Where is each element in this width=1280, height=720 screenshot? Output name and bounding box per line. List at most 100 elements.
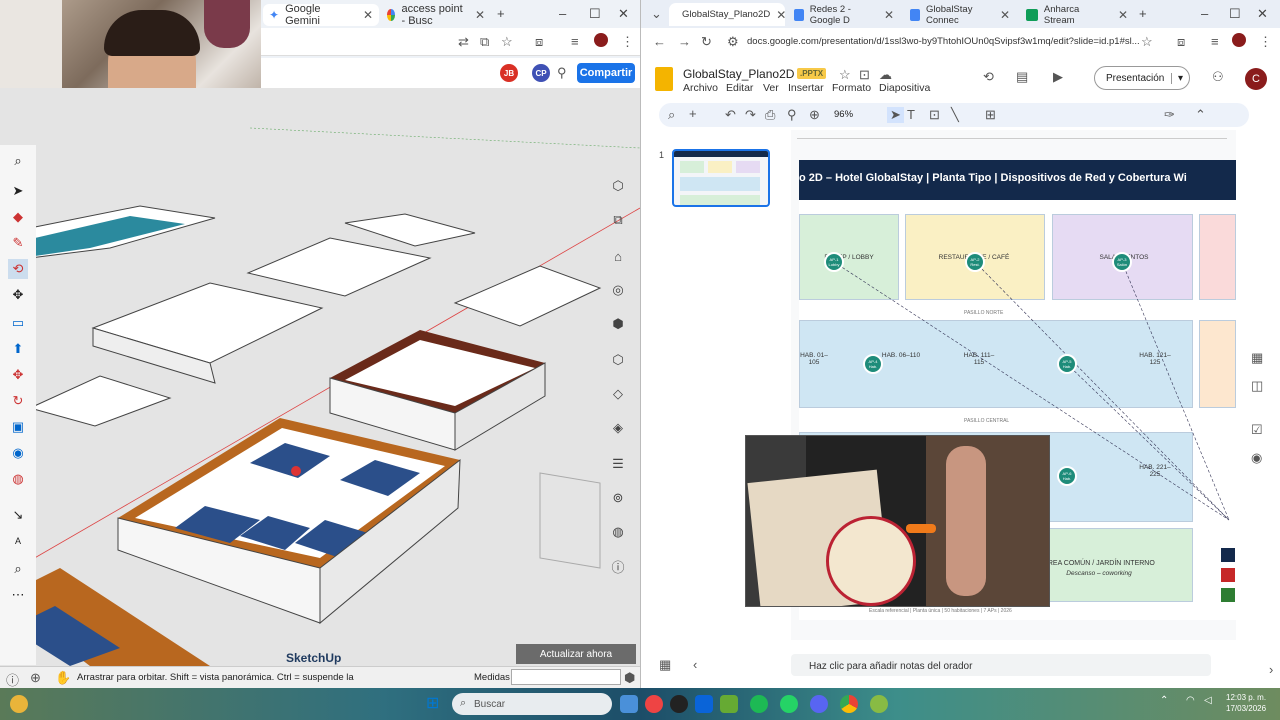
site-info-icon[interactable]: ⚙ bbox=[727, 34, 739, 50]
eraser-tray-icon[interactable]: ◇ bbox=[608, 384, 628, 404]
profile-avatar[interactable] bbox=[594, 33, 608, 47]
comment-icon[interactable]: ▤ bbox=[1016, 69, 1028, 85]
menu-formato[interactable]: Formato bbox=[832, 82, 871, 94]
volume-icon[interactable]: ◁ bbox=[1204, 695, 1216, 713]
tab-anharca[interactable]: Anharca Stream ✕ bbox=[1019, 3, 1135, 26]
tab-globalstay-connect[interactable]: GlobalStay Connec ✕ bbox=[903, 3, 1017, 26]
account-avatar[interactable]: C bbox=[1245, 68, 1267, 90]
redo-icon[interactable]: ↷ bbox=[745, 107, 756, 123]
forward-icon[interactable]: → bbox=[678, 34, 691, 49]
components-icon[interactable]: ⧉ bbox=[608, 210, 628, 230]
share-button[interactable]: Compartir bbox=[577, 63, 635, 83]
sketchup-status-icon[interactable]: ⬢ bbox=[624, 670, 635, 686]
orbit-icon[interactable]: ⟲ bbox=[8, 259, 28, 279]
taskbar-search[interactable]: ⌕ Buscar bbox=[452, 693, 612, 715]
move-folder-icon[interactable]: ⊡ bbox=[859, 67, 870, 83]
zoom-icon[interactable]: ⌕ bbox=[8, 559, 28, 579]
chevron-down-icon[interactable]: ▾ bbox=[1170, 72, 1189, 84]
app-icon[interactable] bbox=[695, 695, 713, 713]
close-button[interactable]: ✕ bbox=[618, 6, 629, 22]
tab-redes[interactable]: Redes 2 - Google D ✕ bbox=[787, 3, 901, 26]
menu-archivo[interactable]: Archivo bbox=[683, 82, 718, 94]
app-icon[interactable] bbox=[670, 695, 688, 713]
close-icon[interactable]: ✕ bbox=[363, 8, 373, 22]
offset-icon[interactable]: ▣ bbox=[8, 417, 28, 437]
expand-side-panel-icon[interactable]: › bbox=[1269, 662, 1273, 677]
tab-search-icon[interactable]: ⌄ bbox=[651, 6, 662, 22]
grid-view-icon[interactable]: ▦ bbox=[659, 657, 671, 673]
app-icon[interactable] bbox=[645, 695, 663, 713]
app-icon[interactable] bbox=[870, 695, 888, 713]
share-people-icon[interactable]: ⚇ bbox=[1212, 69, 1224, 85]
minimize-button[interactable]: – bbox=[1201, 6, 1208, 21]
present-button[interactable]: Presentación ▾ bbox=[1094, 66, 1190, 90]
close-icon[interactable]: ✕ bbox=[776, 8, 786, 22]
materials-icon[interactable]: ⌂ bbox=[608, 246, 628, 266]
chevron-up-icon[interactable]: ⌃ bbox=[1195, 107, 1206, 123]
scenes-icon[interactable]: ⬡ bbox=[608, 350, 628, 370]
extensions-icon[interactable]: ⧈ bbox=[535, 34, 543, 50]
menu-diapositiva[interactable]: Diapositiva bbox=[879, 82, 930, 94]
menu-insertar[interactable]: Insertar bbox=[788, 82, 824, 94]
tab-globalstay-plano[interactable]: GlobalStay_Plano2D ✕ bbox=[669, 3, 786, 26]
search-icon[interactable]: ⌕ bbox=[668, 107, 675, 123]
scale-icon[interactable]: ↻ bbox=[8, 391, 28, 411]
star-icon[interactable]: ☆ bbox=[1141, 34, 1153, 50]
media-icon[interactable]: ≡ bbox=[1211, 34, 1219, 49]
ap-marker[interactable]: AP-6 Hab. bbox=[1057, 466, 1077, 486]
zoom-icon[interactable]: ⊕ bbox=[809, 107, 820, 123]
close-icon[interactable]: ✕ bbox=[475, 8, 485, 22]
meet-icon[interactable]: ▶ bbox=[1053, 69, 1063, 85]
star-icon[interactable]: ☆ bbox=[839, 67, 851, 83]
menu-ver[interactable]: Ver bbox=[763, 82, 779, 94]
layers-icon[interactable]: ⬢ bbox=[608, 314, 628, 334]
3d-viewport[interactable] bbox=[0, 88, 640, 666]
tab-access-point[interactable]: access point - Busc ✕ bbox=[381, 3, 491, 27]
geo-icon[interactable]: ⊕ bbox=[30, 670, 41, 686]
whatsapp-icon[interactable] bbox=[780, 695, 798, 713]
cloud-icon[interactable]: ☁ bbox=[879, 67, 892, 83]
maximize-button[interactable]: ☐ bbox=[1229, 6, 1241, 22]
media-icon[interactable]: ≡ bbox=[571, 34, 579, 49]
globe-icon[interactable]: ◍ bbox=[608, 522, 628, 542]
ap-marker[interactable]: AP-3 Salón bbox=[1112, 252, 1132, 272]
close-icon[interactable]: ✕ bbox=[1118, 8, 1128, 22]
undo-icon[interactable]: ↶ bbox=[725, 107, 736, 123]
keep-icon[interactable]: ◫ bbox=[1251, 378, 1263, 394]
ap-marker[interactable]: AP-5 Hab. bbox=[1057, 354, 1077, 374]
doc-title[interactable]: GlobalStay_Plano2D bbox=[683, 67, 794, 81]
clock[interactable]: 12:03 p. m. 17/03/2026 bbox=[1226, 692, 1266, 714]
history-icon[interactable]: ⟲ bbox=[983, 69, 994, 85]
translate-icon[interactable]: ⇄ bbox=[458, 34, 469, 50]
url-field[interactable]: docs.google.com/presentation/d/1ssl3wo-b… bbox=[747, 36, 1140, 47]
search-icon[interactable]: ⌕ bbox=[8, 151, 28, 171]
close-button[interactable]: ✕ bbox=[1257, 6, 1268, 22]
close-icon[interactable]: ✕ bbox=[1000, 8, 1010, 22]
more-tools-icon[interactable]: ⋯ bbox=[8, 585, 28, 605]
slide-thumbnail[interactable] bbox=[672, 149, 770, 207]
ap-marker[interactable]: AP-1 Lobby bbox=[824, 252, 844, 272]
collaborator-avatar[interactable]: JB bbox=[500, 64, 518, 82]
speaker-notes[interactable]: Haz clic para añadir notas del orador bbox=[791, 654, 1211, 676]
add-icon[interactable]: + bbox=[689, 106, 697, 121]
minimize-button[interactable]: – bbox=[559, 6, 566, 21]
text-icon[interactable]: A bbox=[8, 531, 28, 551]
new-tab-button[interactable]: + bbox=[497, 6, 505, 21]
outliner-icon[interactable]: ☰ bbox=[608, 454, 628, 474]
app-icon[interactable] bbox=[720, 695, 738, 713]
discord-icon[interactable] bbox=[810, 695, 828, 713]
profile-avatar[interactable] bbox=[1232, 33, 1246, 47]
comment-add-icon[interactable]: ⊞ bbox=[985, 107, 996, 123]
paint-icon[interactable]: ◉ bbox=[8, 443, 28, 463]
dimension-icon[interactable]: ↘ bbox=[8, 505, 28, 525]
image-icon[interactable]: ⊡ bbox=[929, 107, 940, 123]
rectangle-icon[interactable]: ▭ bbox=[8, 313, 28, 333]
update-now-button[interactable]: Actualizar ahora bbox=[516, 644, 636, 664]
bucket-icon[interactable]: ◈ bbox=[608, 418, 628, 438]
ap-marker[interactable]: AP-2 Rest. bbox=[965, 252, 985, 272]
back-icon[interactable]: ← bbox=[653, 34, 666, 49]
calendar-icon[interactable]: ▦ bbox=[1251, 350, 1263, 366]
measures-input[interactable] bbox=[511, 669, 621, 685]
floating-video[interactable] bbox=[745, 435, 1050, 607]
pen-icon[interactable]: ✑ bbox=[1164, 107, 1175, 123]
